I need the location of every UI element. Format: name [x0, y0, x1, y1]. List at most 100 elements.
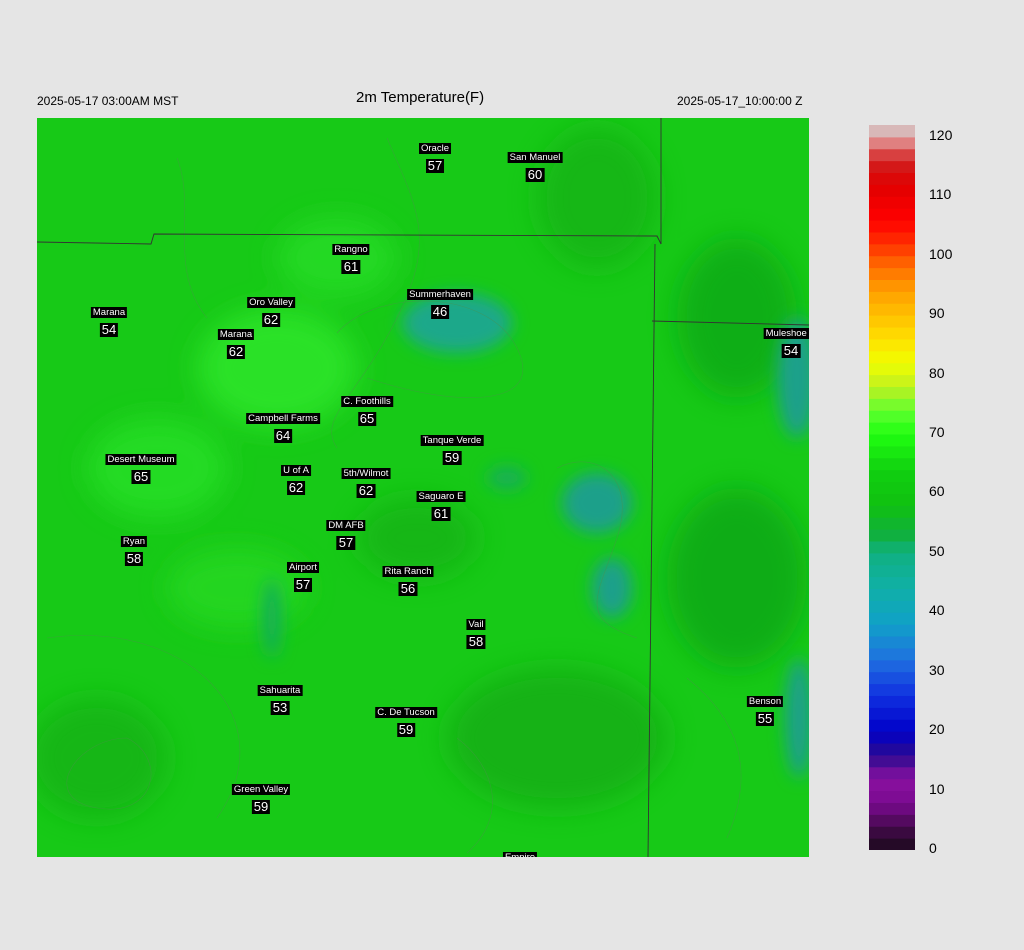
colorbar-band: [869, 231, 915, 245]
colorbar-tick-label: 20: [929, 721, 945, 738]
colorbar-band: [869, 243, 915, 257]
station-temp: 65: [357, 411, 377, 426]
colorbar-band: [869, 422, 915, 435]
colorbar-band: [869, 564, 915, 578]
station-temp: 46: [430, 304, 450, 319]
station-temp: 65: [131, 469, 151, 484]
colorbar-band: [869, 731, 915, 744]
station-name: Rangno: [332, 244, 370, 255]
colorbar-tick-label: 120: [929, 126, 953, 143]
station-marker: Campbell Farms 64: [246, 408, 320, 443]
station-temp: 62: [356, 483, 376, 498]
colorbar-tick-label: 50: [929, 542, 945, 559]
colorbar-band: [869, 505, 915, 518]
station-name: Green Valley: [231, 784, 291, 795]
station-temp: 59: [442, 450, 462, 465]
colorbar-band: [869, 529, 915, 542]
station-temp: 57: [425, 158, 445, 173]
colorbar-band: [869, 469, 915, 483]
colorbar-tick-label: 40: [929, 602, 945, 619]
colorbar-band: [869, 600, 915, 613]
station-marker: Oro Valley 62: [247, 292, 295, 327]
station-marker: Saguaro E 61: [416, 486, 466, 521]
station-name: Saguaro E: [416, 491, 466, 502]
station-name: Rita Ranch: [382, 566, 434, 577]
colorbar-band: [869, 588, 915, 601]
colorbar-band: [869, 410, 915, 423]
colorbar-tick-label: 0: [929, 840, 937, 856]
colorbar-tick-label: 60: [929, 483, 945, 500]
colorbar-band: [869, 754, 915, 768]
colorbar-band: [869, 743, 915, 756]
colorbar-band: [869, 766, 915, 780]
map-title: 2m Temperature(F): [356, 89, 485, 106]
station-marker: Desert Museum 65: [105, 449, 177, 484]
colorbar-band: [869, 184, 915, 197]
colorbar-band: [869, 695, 915, 708]
station-temp: 58: [466, 634, 486, 649]
colorbar-band: [869, 790, 915, 803]
colorbar-band: [869, 267, 915, 281]
colorbar-band: [869, 778, 915, 792]
station-name: Desert Museum: [105, 454, 177, 465]
station-name: 5th/Wilmot: [341, 468, 391, 479]
colorbar-band: [869, 481, 915, 494]
station-temp: 59: [251, 799, 271, 814]
colorbar-band: [869, 315, 915, 328]
station-marker: U of A 62: [281, 460, 311, 495]
station-marker: Marana 62: [217, 324, 255, 359]
colorbar-band: [869, 826, 915, 839]
colorbar-band: [869, 671, 915, 685]
station-temp: 61: [341, 259, 361, 274]
station-marker: Ryan 58: [120, 531, 148, 566]
colorbar-band: [869, 540, 915, 554]
station-temp: 61: [431, 506, 451, 521]
station-name: San Manuel: [507, 152, 563, 163]
station-name: Marana: [217, 329, 255, 340]
station-name: DM AFB: [326, 520, 366, 531]
colorbar-band: [869, 327, 915, 340]
colorbar-band: [869, 148, 915, 162]
colorbar-band: [869, 160, 915, 174]
colorbar: [869, 125, 915, 850]
station-marker: Summerhaven 46: [407, 284, 473, 319]
station-name: Vail: [466, 619, 486, 630]
station-temp: 54: [99, 322, 119, 337]
colorbar-band: [869, 659, 915, 673]
station-name: C. Foothills: [341, 396, 393, 407]
station-temp: 53: [270, 700, 290, 715]
colorbar-band: [869, 445, 915, 459]
station-marker: Sahuarita 53: [257, 680, 303, 715]
station-temp: 59: [396, 722, 416, 737]
station-marker: Marana 54: [90, 302, 128, 337]
station-marker: 5th/Wilmot 62: [341, 463, 391, 498]
station-name: Benson: [746, 696, 784, 707]
station-name: Campbell Farms: [246, 413, 320, 424]
station-temp: 62: [286, 480, 306, 495]
colorbar-band: [869, 636, 915, 649]
colorbar-band: [869, 255, 915, 269]
colorbar-band: [869, 434, 915, 447]
station-temp: 62: [261, 312, 281, 327]
colorbar-band: [869, 208, 915, 221]
colorbar-band: [869, 457, 915, 471]
colorbar-band: [869, 125, 915, 138]
station-marker: Muleshoe R 54: [763, 323, 809, 358]
colorbar-tick-label: 110: [929, 186, 952, 203]
colorbar-tick-label: 80: [929, 364, 945, 381]
colorbar-tick-label: 90: [929, 305, 945, 322]
station-temp: 58: [124, 551, 144, 566]
colorbar-band: [869, 624, 915, 637]
station-name: Sahuarita: [257, 685, 303, 696]
colorbar-band: [869, 303, 915, 316]
station-marker: Green Valley 59: [231, 779, 291, 814]
station-marker: Benson 55: [746, 691, 784, 726]
station-marker: Vail 58: [466, 614, 486, 649]
colorbar-band: [869, 683, 915, 696]
colorbar-band: [869, 719, 915, 732]
station-marker: Oracle 57: [419, 138, 451, 173]
station-name: Tanque Verde: [420, 435, 484, 446]
station-marker: Rangno 61: [332, 239, 370, 274]
station-temp: 60: [525, 167, 545, 182]
station-marker: San Manuel 60: [507, 147, 563, 182]
